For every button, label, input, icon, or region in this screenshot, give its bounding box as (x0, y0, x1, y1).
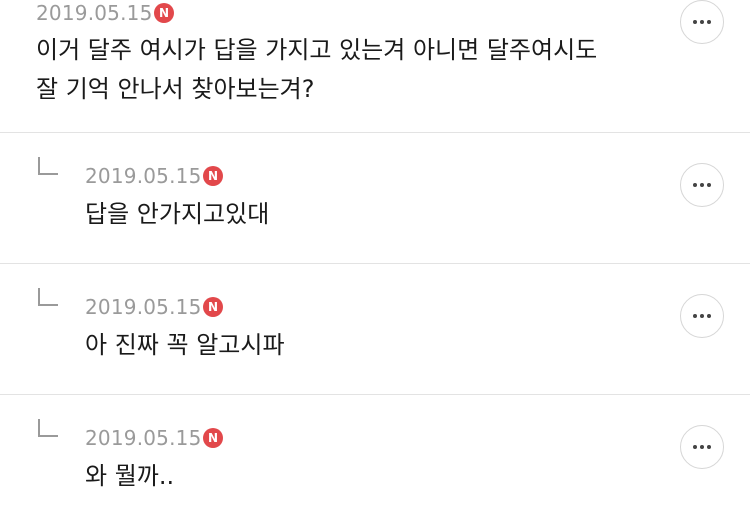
more-dot-icon (707, 183, 711, 187)
reply-comment-item: 2019.05.15 N 아 진짜 꼭 알고시파 (0, 264, 750, 394)
reply-arrow-icon (38, 419, 58, 437)
comment-text-line: 이거 달주 여시가 답을 가지고 있는겨 아니면 달주여시도 (36, 36, 598, 64)
more-dot-icon (693, 314, 697, 318)
more-dot-icon (693, 183, 697, 187)
new-badge-icon: N (154, 3, 174, 23)
comment-text-line: 답을 안가지고있대 (85, 200, 270, 228)
comment-text-line: 아 진짜 꼭 알고시파 (85, 331, 285, 359)
more-options-button[interactable] (680, 163, 724, 207)
new-badge-icon: N (203, 166, 223, 186)
reply-comment-item: 2019.05.15 N 와 뭘까.. (0, 395, 750, 510)
more-dot-icon (700, 445, 704, 449)
more-options-button[interactable] (680, 0, 724, 44)
comment-date: 2019.05.15 (85, 295, 202, 319)
more-dot-icon (700, 20, 704, 24)
more-dot-icon (693, 20, 697, 24)
comment-date: 2019.05.15 (85, 164, 202, 188)
more-dot-icon (707, 445, 711, 449)
comment-text-line: 잘 기억 안나서 찾아보는겨? (36, 75, 315, 103)
comment-text-line: 와 뭘까.. (85, 462, 175, 490)
comment-date: 2019.05.15 (85, 426, 202, 450)
new-badge-icon: N (203, 297, 223, 317)
reply-comment-item: 2019.05.15 N 답을 안가지고있대 (0, 133, 750, 263)
more-dot-icon (700, 314, 704, 318)
more-dot-icon (700, 183, 704, 187)
more-options-button[interactable] (680, 294, 724, 338)
comment-item: 2019.05.15 N 이거 달주 여시가 답을 가지고 있는겨 아니면 달주… (0, 0, 750, 132)
more-options-button[interactable] (680, 425, 724, 469)
comment-date: 2019.05.15 (36, 1, 153, 25)
new-badge-icon: N (203, 428, 223, 448)
reply-arrow-icon (38, 157, 58, 175)
more-dot-icon (707, 314, 711, 318)
more-dot-icon (707, 20, 711, 24)
reply-arrow-icon (38, 288, 58, 306)
more-dot-icon (693, 445, 697, 449)
